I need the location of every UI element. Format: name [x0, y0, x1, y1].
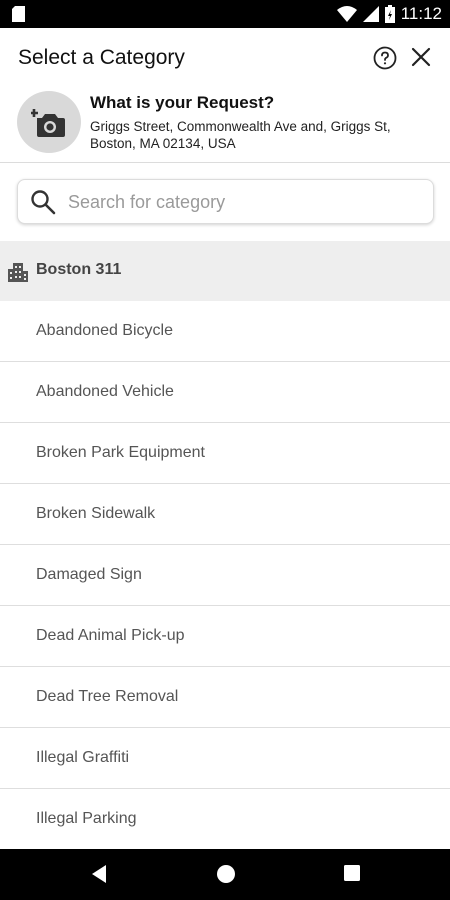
- category-item[interactable]: Abandoned Bicycle: [0, 301, 450, 362]
- category-label: Illegal Graffiti: [36, 749, 130, 766]
- status-bar: 11:12: [0, 0, 450, 28]
- page-title: Select a Category: [18, 46, 185, 69]
- category-item[interactable]: Dead Animal Pick-up: [0, 606, 450, 667]
- dialog-header: Select a Category: [0, 28, 450, 90]
- help-circle-icon[interactable]: [373, 46, 397, 70]
- category-item[interactable]: Illegal Parking: [0, 789, 450, 850]
- android-nav-bar: [0, 849, 450, 900]
- recents-icon[interactable]: [343, 864, 361, 882]
- clock: 11:12: [400, 4, 442, 23]
- close-icon[interactable]: [410, 46, 432, 68]
- category-list: Abandoned Bicycle Abandoned Vehicle Brok…: [0, 301, 450, 850]
- back-icon[interactable]: [90, 864, 108, 884]
- request-address: Griggs Street, Commonwealth Ave and, Gri…: [90, 119, 391, 151]
- add-photo-button[interactable]: [17, 91, 81, 153]
- category-label: Broken Sidewalk: [36, 505, 156, 522]
- signal-icon: [362, 6, 379, 22]
- category-item[interactable]: Illegal Graffiti: [0, 728, 450, 789]
- building-icon: [8, 263, 28, 282]
- category-label: Broken Park Equipment: [36, 444, 205, 461]
- category-label: Abandoned Vehicle: [36, 383, 174, 400]
- wifi-icon: [336, 6, 357, 22]
- category-label: Dead Tree Removal: [36, 688, 179, 705]
- category-group-header: Boston 311: [0, 241, 450, 301]
- category-label: Dead Animal Pick-up: [36, 627, 185, 644]
- status-icons: 11:12: [336, 4, 442, 24]
- search-icon: [31, 190, 56, 215]
- category-label: Damaged Sign: [36, 566, 142, 583]
- battery-icon: [384, 5, 395, 23]
- home-icon[interactable]: [216, 864, 236, 884]
- group-label: Boston 311: [36, 261, 122, 278]
- category-label: Abandoned Bicycle: [36, 322, 173, 339]
- add-photo-icon: [31, 109, 65, 137]
- sd-card-icon: [12, 6, 25, 22]
- category-label: Illegal Parking: [36, 810, 137, 827]
- category-item[interactable]: Broken Park Equipment: [0, 423, 450, 484]
- category-item[interactable]: Dead Tree Removal: [0, 667, 450, 728]
- search-input[interactable]: [66, 188, 420, 216]
- request-heading: What is your Request?: [90, 93, 275, 112]
- request-summary: What is your Request? Griggs Street, Com…: [0, 90, 450, 163]
- category-item[interactable]: Broken Sidewalk: [0, 484, 450, 545]
- search-bar[interactable]: [17, 179, 434, 224]
- category-item[interactable]: Damaged Sign: [0, 545, 450, 606]
- category-item[interactable]: Abandoned Vehicle: [0, 362, 450, 423]
